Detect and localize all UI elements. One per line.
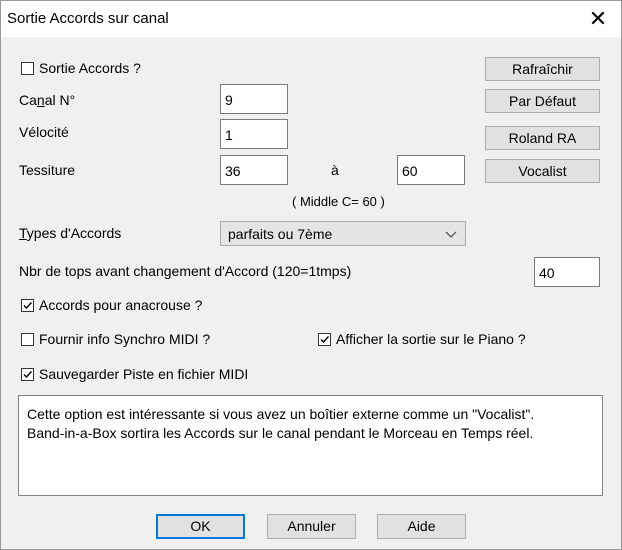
velocity-input[interactable]: 1	[220, 119, 288, 149]
pickup-label[interactable]: Accords pour anacrouse ?	[39, 297, 202, 313]
range-label: Tessiture	[19, 162, 76, 178]
middle-c-note: ( Middle C= 60 )	[292, 194, 385, 209]
dialog-window: Sortie Accords sur canal ✕ Sortie Accord…	[0, 0, 622, 550]
description-text: Cette option est intéressante si vous av…	[18, 395, 603, 496]
help-button[interactable]: Aide	[377, 514, 466, 539]
ticks-label: Nbr de tops avant changement d'Accord (1…	[19, 263, 352, 279]
chord-types-select[interactable]: parfaits ou 7ème	[220, 221, 466, 246]
range-high-input[interactable]: 60	[397, 155, 465, 185]
refresh-button[interactable]: Rafraîchir	[485, 57, 600, 81]
ticks-input[interactable]: 40	[534, 257, 600, 287]
chevron-down-icon	[445, 231, 457, 238]
range-low-input[interactable]: 36	[220, 155, 288, 185]
window-title: Sortie Accords sur canal	[7, 10, 169, 27]
channel-input[interactable]: 9	[220, 84, 288, 114]
check-icon	[23, 371, 33, 379]
chord-types-label: Types d'Accords	[19, 225, 122, 241]
save-track-checkbox[interactable]	[21, 368, 34, 381]
output-chords-label[interactable]: Sortie Accords ?	[39, 60, 141, 76]
close-icon[interactable]: ✕	[583, 4, 613, 34]
velocity-label: Vélocité	[19, 124, 69, 140]
channel-label: Canal N°	[19, 92, 76, 108]
range-separator: à	[331, 162, 339, 178]
midi-sync-label[interactable]: Fournir info Synchro MIDI ?	[39, 331, 210, 347]
save-track-label[interactable]: Sauvegarder Piste en fichier MIDI	[39, 366, 248, 382]
show-piano-checkbox[interactable]	[318, 333, 331, 346]
roland-ra-button[interactable]: Roland RA	[485, 126, 600, 150]
output-chords-checkbox[interactable]	[21, 62, 34, 75]
vocalist-button[interactable]: Vocalist	[485, 159, 600, 183]
title-bar: Sortie Accords sur canal ✕	[1, 1, 621, 37]
pickup-checkbox[interactable]	[21, 299, 34, 312]
cancel-button[interactable]: Annuler	[267, 514, 356, 539]
default-button[interactable]: Par Défaut	[485, 89, 600, 113]
ok-button[interactable]: OK	[156, 514, 245, 539]
midi-sync-checkbox[interactable]	[21, 333, 34, 346]
chord-types-selected: parfaits ou 7ème	[228, 226, 333, 242]
check-icon	[320, 336, 330, 344]
show-piano-label[interactable]: Afficher la sortie sur le Piano ?	[336, 331, 526, 347]
check-icon	[23, 302, 33, 310]
